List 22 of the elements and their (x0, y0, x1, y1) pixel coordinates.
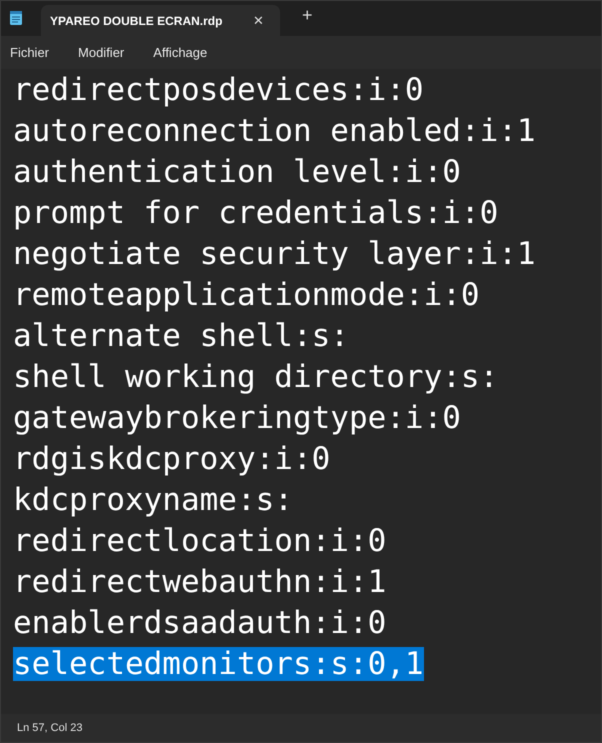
text-line: negotiate security layer:i:1 (13, 236, 536, 270)
text-line: gatewaybrokeringtype:i:0 (13, 400, 461, 434)
menu-item[interactable]: Modifier (78, 42, 124, 62)
text-line: enablerdsaadauth:i:0 (13, 606, 386, 640)
text-line: rdgiskdcproxy:i:0 (13, 442, 330, 476)
menu-item[interactable]: Fichier (10, 42, 50, 62)
cursor-position: Ln 57, Col 23 (17, 720, 82, 736)
text-line: shell working directory:s: (13, 360, 498, 394)
new-tab-button[interactable]: + (302, 2, 313, 29)
file-tab[interactable]: YPAREO DOUBLE ECRAN.rdp ✕ (41, 5, 280, 36)
text-line: autoreconnection enabled:i:1 (13, 114, 536, 148)
text-line: remoteapplicationmode:i:0 (13, 278, 480, 312)
text-line: redirectlocation:i:0 (13, 524, 386, 558)
close-tab-button[interactable]: ✕ (253, 10, 264, 30)
text-line: kdcproxyname:s: (13, 482, 293, 516)
text-line: redirectposdevices:i:0 (13, 72, 424, 106)
text-line: prompt for credentials:i:0 (13, 196, 498, 230)
text-line: redirectwebauthn:i:1 (13, 564, 386, 598)
notepad-icon (9, 9, 23, 26)
text-line: alternate shell:s: (13, 318, 349, 352)
menu-item[interactable]: Affichage (153, 42, 208, 62)
text-line: authentication level:i:0 (13, 154, 461, 188)
